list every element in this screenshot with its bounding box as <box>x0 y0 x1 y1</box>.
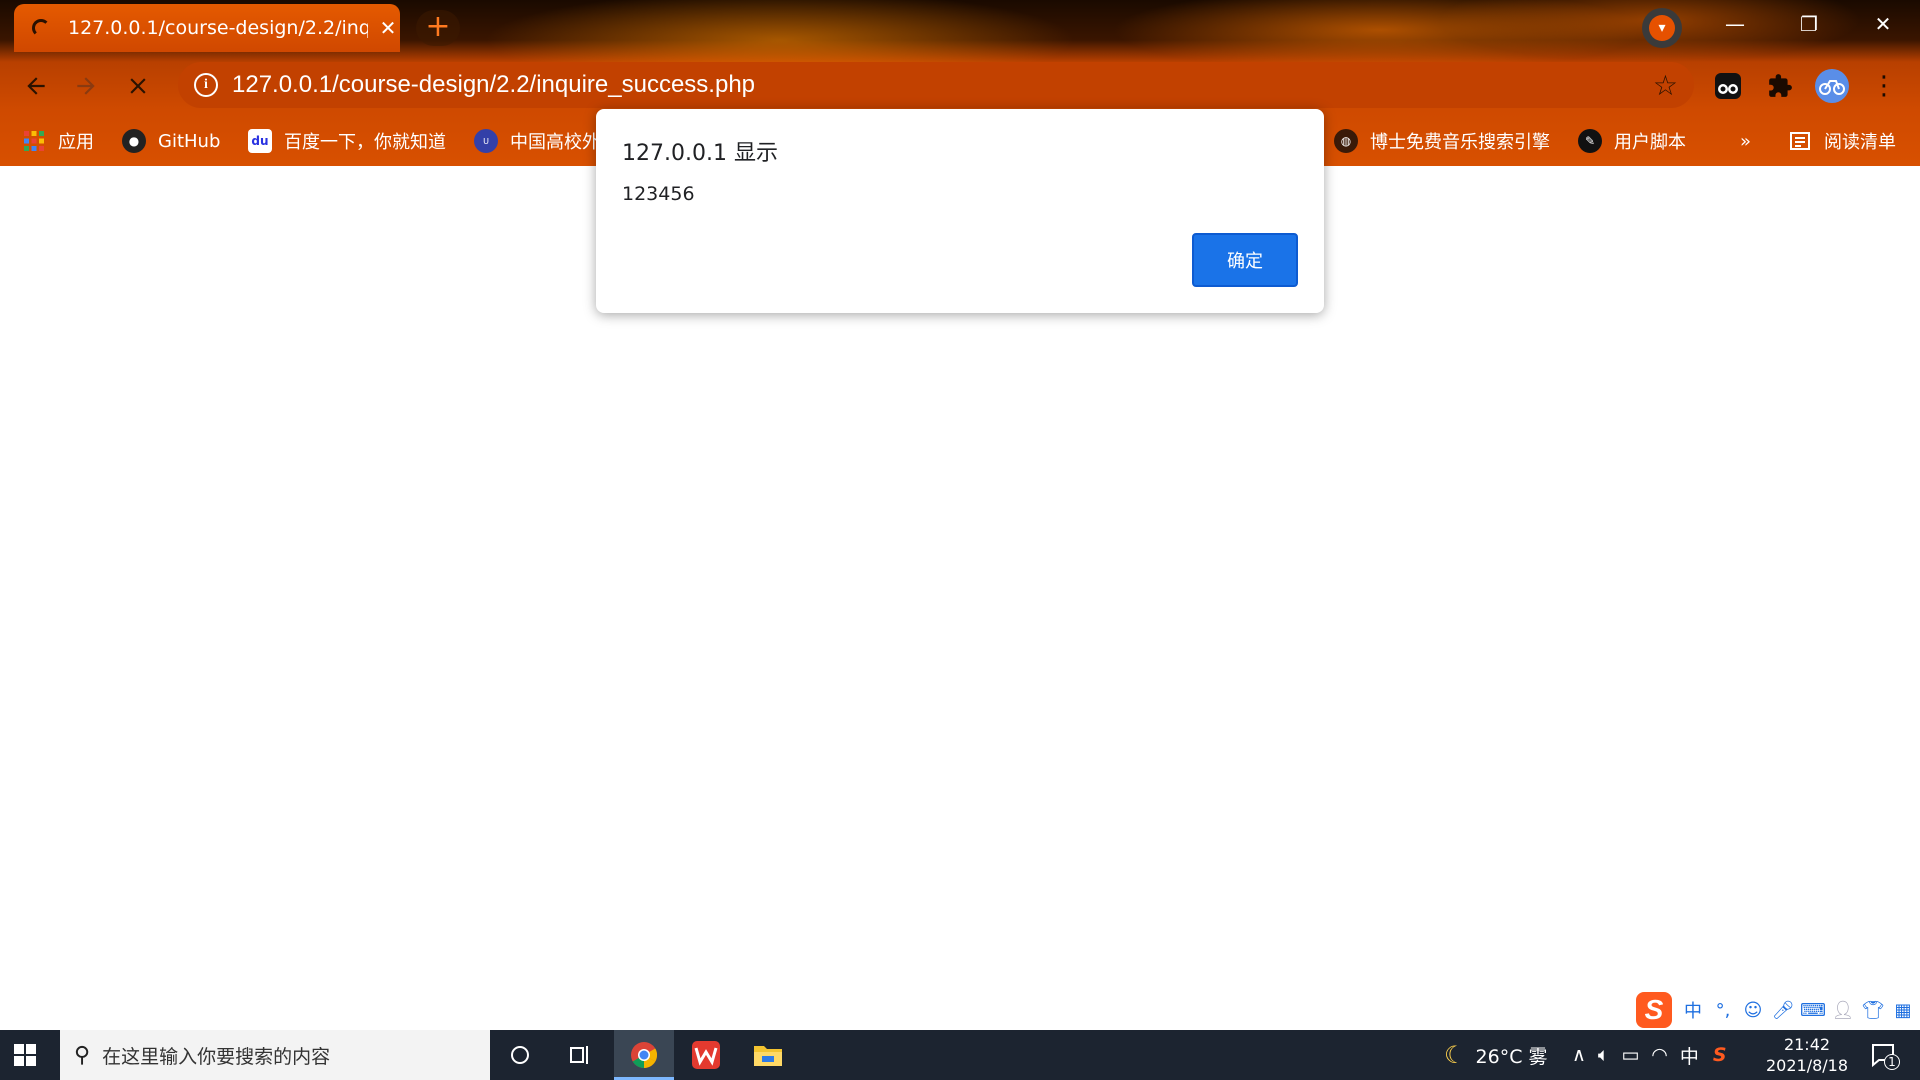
bookmark-apps[interactable]: 应用 <box>22 126 94 156</box>
battery-icon[interactable]: ▭ <box>1621 1044 1639 1066</box>
tab-title: 127.0.0.1/course-design/2.2/inquire_succ… <box>68 17 368 39</box>
restore-button[interactable]: ❐ <box>1772 0 1846 48</box>
weather-text: 26°C 雾 <box>1475 1045 1548 1068</box>
volume-icon[interactable]: 🔈︎ <box>1598 1044 1609 1066</box>
search-placeholder[interactable]: 在这里输入你要搜索的内容 <box>102 1042 330 1069</box>
active-tab[interactable]: 127.0.0.1/course-design/2.2/inquire_succ… <box>14 4 400 52</box>
avatar[interactable] <box>1812 66 1852 106</box>
dropdown-arrow-icon: ▾ <box>1649 15 1675 41</box>
ime-emoji-icon[interactable]: ☺ <box>1738 1000 1768 1021</box>
ime-toolbar: S 中 °, ☺ 🎤︎ ⌨ 👤︎ 👕︎ ▦ <box>1636 990 1920 1030</box>
wifi-icon[interactable]: ◠ <box>1651 1044 1668 1066</box>
ime-voice-icon[interactable]: 🎤︎ <box>1768 1000 1798 1021</box>
search-icon: ⚲ <box>74 1042 91 1068</box>
university-icon: U <box>474 129 498 153</box>
weather-widget[interactable]: ☾ 26°C 雾 <box>1444 1030 1548 1080</box>
baidu-icon: du <box>248 129 272 153</box>
new-tab-button[interactable]: + <box>416 10 460 46</box>
tab-strip: 127.0.0.1/course-design/2.2/inquire_succ… <box>0 0 1920 52</box>
ime-punctuation-toggle[interactable]: °, <box>1708 1000 1738 1021</box>
windows-start-icon[interactable] <box>14 1044 36 1066</box>
overflow-chevron-icon: » <box>1740 130 1752 152</box>
bookmark-label: 百度一下，你就知道 <box>284 132 446 153</box>
clock[interactable]: 21:42 2021/8/18 <box>1752 1034 1862 1076</box>
ok-button[interactable]: 确定 <box>1192 233 1298 287</box>
input-language-indicator[interactable]: 中 <box>1680 1042 1699 1069</box>
task-view-icon[interactable] <box>550 1030 610 1080</box>
bookmark-university[interactable]: U 中国高校外 <box>474 126 600 156</box>
url-text[interactable]: 127.0.0.1/course-design/2.2/inquire_succ… <box>232 71 755 99</box>
notification-center-icon[interactable]: 1 <box>1868 1040 1900 1070</box>
extension-tampermonkey-icon[interactable] <box>1708 66 1748 106</box>
cortana-icon[interactable] <box>490 1030 550 1080</box>
bookmark-github[interactable]: ● GitHub <box>122 126 220 156</box>
ime-skin-icon[interactable]: 👕︎ <box>1858 1000 1888 1021</box>
system-tray: ∧ 🔈︎ ▭ ◠ 中 S <box>1572 1030 1727 1080</box>
bookmark-baidu[interactable]: du 百度一下，你就知道 <box>248 126 446 156</box>
notification-count-badge: 1 <box>1884 1054 1900 1070</box>
bookmark-star-icon[interactable]: ☆ <box>1653 69 1678 102</box>
wps-taskbar-icon[interactable] <box>676 1030 736 1080</box>
site-info-icon[interactable]: i <box>194 73 218 97</box>
file-explorer-icon[interactable] <box>738 1030 798 1080</box>
ime-mode-toggle[interactable]: 中 <box>1678 997 1708 1023</box>
ime-toolbox-icon[interactable]: ▦ <box>1888 1000 1918 1021</box>
chevron-up-icon[interactable]: ∧ <box>1572 1044 1586 1066</box>
taskbar-search[interactable]: ⚲ 在这里输入你要搜索的内容 <box>60 1030 490 1080</box>
sogou-logo-icon[interactable]: S <box>1636 992 1672 1028</box>
bookmark-label: 应用 <box>58 132 94 153</box>
bookmark-label: 中国高校外 <box>510 132 600 153</box>
menu-kebab-icon[interactable]: ⋮ <box>1864 66 1904 106</box>
reading-list-button[interactable]: 阅读清单 <box>1788 126 1896 156</box>
address-bar[interactable]: i 127.0.0.1/course-design/2.2/inquire_su… <box>178 62 1694 108</box>
close-window-button[interactable]: ✕ <box>1846 0 1920 48</box>
globe-icon: ◍ <box>1334 129 1358 153</box>
alert-dialog: 127.0.0.1 显示 123456 确定 <box>596 109 1324 313</box>
apps-grid-icon <box>22 129 46 153</box>
bookmarks-overflow-button[interactable]: » <box>1740 126 1751 156</box>
taskbar: ⚲ 在这里输入你要搜索的内容 ☾ 26°C 雾 ∧ 🔈︎ ▭ ◠ 中 S 21:… <box>0 1030 1920 1080</box>
bookmark-userscripts[interactable]: ✎ 用户脚本 <box>1578 126 1686 156</box>
toolbar: i 127.0.0.1/course-design/2.2/inquire_su… <box>0 54 1920 116</box>
bookmark-label: GitHub <box>158 130 221 152</box>
userscript-icon: ✎ <box>1578 129 1602 153</box>
clock-time: 21:42 <box>1783 1035 1831 1054</box>
sogou-tray-icon[interactable]: S <box>1713 1044 1727 1066</box>
loading-spinner-icon <box>32 19 50 37</box>
chrome-taskbar-icon[interactable] <box>614 1030 674 1080</box>
bookmark-label: 用户脚本 <box>1614 132 1686 153</box>
back-button[interactable] <box>16 66 56 106</box>
forward-arrow-icon <box>77 77 95 95</box>
bookmark-label: 博士免费音乐搜索引擎 <box>1370 132 1550 153</box>
close-x-icon <box>130 78 146 94</box>
reading-list-icon <box>1788 129 1812 153</box>
dialog-title: 127.0.0.1 显示 <box>622 141 778 166</box>
tab-close-icon[interactable]: ✕ <box>376 16 400 40</box>
dialog-message: 123456 <box>622 183 695 205</box>
github-icon: ● <box>122 129 146 153</box>
extensions-puzzle-icon[interactable] <box>1760 66 1800 106</box>
ime-keyboard-icon[interactable]: ⌨ <box>1798 1000 1828 1021</box>
clock-date: 2021/8/18 <box>1765 1056 1849 1075</box>
ime-user-icon[interactable]: 👤︎ <box>1828 1000 1858 1021</box>
bookmark-label: 阅读清单 <box>1824 132 1896 153</box>
bookmark-music-search[interactable]: ◍ 博士免费音乐搜索引擎 <box>1334 126 1550 156</box>
back-arrow-icon <box>27 77 45 95</box>
profile-button[interactable]: ▾ <box>1642 8 1682 48</box>
minimize-button[interactable]: — <box>1698 0 1772 48</box>
forward-button[interactable] <box>66 66 106 106</box>
weather-moon-icon: ☾ <box>1444 1041 1466 1069</box>
stop-loading-button[interactable] <box>118 66 158 106</box>
